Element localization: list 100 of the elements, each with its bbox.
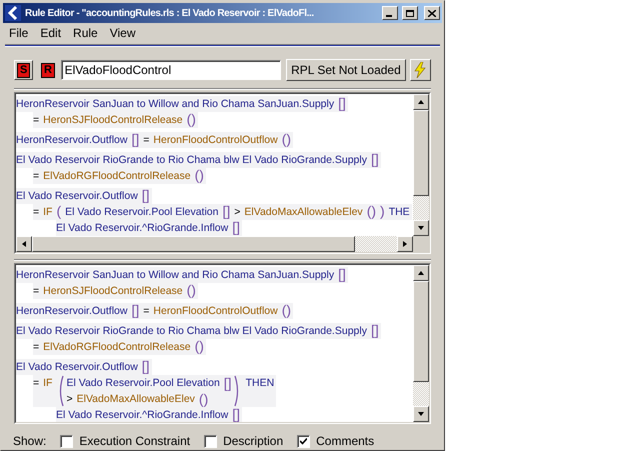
operator-symbol: =	[33, 284, 40, 299]
function-call: ElVadoMaxAllowableElev	[76, 392, 195, 407]
bracket-symbol: []	[338, 267, 346, 281]
close-button[interactable]	[424, 6, 440, 20]
function-call: ElVadoRGFloodControlRelease	[43, 169, 191, 184]
scroll-down-button[interactable]	[413, 406, 429, 422]
object-reference: El Vado Reservoir.Outflow	[16, 189, 138, 204]
show-label: Show:	[13, 433, 46, 450]
object-reference: THEN	[246, 376, 274, 391]
bracket-symbol: ()	[194, 168, 204, 182]
checkbox[interactable]	[60, 434, 74, 448]
operator-symbol: =	[33, 376, 40, 391]
maximize-button[interactable]	[402, 6, 418, 20]
window-title: Rule Editor - "accountingRules.rls : El Vado Reservoir : ElVadoFl...	[25, 6, 315, 20]
scrollbar-thumb[interactable]	[413, 281, 429, 382]
arrow-left-icon	[21, 240, 27, 248]
horizontal-scrollbar[interactable]	[16, 236, 413, 252]
close-icon	[428, 10, 436, 16]
function-call: ElVadoMaxAllowableElev	[244, 205, 363, 220]
object-reference: HeronReservoir.Outflow	[16, 133, 128, 148]
scroll-up-button[interactable]	[413, 265, 429, 281]
bracket-symbol: []	[338, 96, 346, 110]
maximize-icon	[406, 10, 414, 16]
object-reference: THE	[388, 205, 410, 220]
bracket-symbol: ()	[194, 339, 204, 353]
function-call: HeronSJFloodControlRelease	[43, 284, 183, 299]
object-reference: El Vado Reservoir RioGrande to Rio Chama blw El Vado RioGrande.Supply	[16, 324, 367, 339]
checkbox-label: Execution Constraint	[79, 433, 190, 450]
object-reference: El Vado Reservoir RioGrande to Rio Chama blw El Vado RioGrande.Supply	[16, 153, 367, 168]
open-paren-icon	[58, 375, 64, 407]
vertical-scrollbar[interactable]	[413, 94, 429, 236]
operator-symbol: =	[33, 113, 40, 128]
scroll-left-button[interactable]	[16, 236, 32, 252]
menu-item[interactable]: Edit	[40, 24, 62, 42]
menu-item[interactable]: View	[110, 24, 136, 42]
bracket-symbol: ()	[198, 392, 208, 406]
bracket-symbol: []	[131, 303, 140, 317]
bracket-symbol: []	[142, 188, 150, 202]
menu-item[interactable]: Rule	[73, 24, 98, 42]
keyword: IF	[43, 376, 52, 391]
bracket-symbol: []	[370, 152, 379, 166]
scrollbar-thumb[interactable]	[413, 110, 429, 196]
object-reference: El Vado Reservoir.Outflow	[16, 360, 138, 375]
bracket-symbol: )	[380, 204, 385, 218]
object-reference: El Vado Reservoir.^RioGrande.Inflow	[56, 408, 228, 422]
function-call: HeronFloodControlOutflow	[153, 133, 278, 148]
object-reference: HeronReservoir.Outflow	[16, 304, 128, 319]
arrow-up-icon	[417, 99, 425, 105]
close-paren-icon	[234, 375, 240, 407]
function-call: ElVadoRGFloodControlRelease	[43, 340, 191, 355]
operator-symbol: =	[143, 304, 150, 319]
run-button[interactable]	[410, 59, 432, 81]
operator-symbol: =	[33, 340, 40, 355]
arrow-right-icon	[402, 240, 408, 248]
bracket-symbol: ()	[366, 204, 376, 218]
operator-symbol: =	[33, 205, 40, 220]
lightning-icon	[414, 62, 426, 78]
bracket-symbol: []	[131, 132, 140, 146]
checkmark-icon	[300, 438, 308, 444]
vertical-scrollbar[interactable]	[413, 265, 429, 422]
object-reference: El Vado Reservoir.^RioGrande.Inflow	[56, 221, 228, 236]
checkbox[interactable]	[297, 434, 310, 448]
arrow-up-icon	[417, 270, 425, 276]
bracket-symbol: ()	[282, 303, 292, 317]
arrow-down-icon	[417, 411, 425, 417]
app-logo-icon	[5, 5, 21, 21]
object-reference: HeronReservoir SanJuan to Willow and Rio Chama SanJuan.Supply	[16, 97, 334, 112]
bracket-symbol: ()	[186, 112, 196, 126]
bracket-symbol: ()	[186, 283, 196, 297]
scroll-down-button[interactable]	[413, 220, 429, 236]
operator-symbol: >	[234, 205, 240, 220]
rpl-status-button[interactable]: RPL Set Not Loaded	[286, 59, 406, 81]
operator-symbol: =	[143, 133, 150, 148]
bracket-symbol: (	[56, 204, 62, 218]
r-button[interactable]: R	[39, 60, 57, 80]
operator-symbol: >	[66, 392, 73, 407]
bracket-symbol: []	[370, 323, 379, 337]
scroll-up-button[interactable]	[413, 94, 429, 110]
minimize-button[interactable]	[382, 6, 398, 20]
object-reference: HeronReservoir SanJuan to Willow and Rio Chama SanJuan.Supply	[16, 268, 334, 283]
operator-symbol: =	[33, 169, 40, 184]
checkbox-label: Comments	[316, 433, 374, 450]
function-call: HeronSJFloodControlRelease	[43, 113, 183, 128]
bracket-symbol: []	[222, 204, 230, 218]
rule-name-field[interactable]: ElVadoFloodControl	[60, 60, 282, 80]
checkbox[interactable]	[204, 434, 218, 448]
arrow-down-icon	[417, 225, 425, 231]
scroll-right-button[interactable]	[397, 236, 413, 252]
checkbox-label: Description	[223, 433, 284, 450]
bracket-symbol: ()	[282, 132, 292, 146]
object-reference: El Vado Reservoir.Pool Elevation	[65, 205, 218, 220]
function-call: HeronFloodControlOutflow	[153, 304, 278, 319]
object-reference: El Vado Reservoir.Pool Elevation	[66, 376, 220, 391]
keyword: IF	[43, 205, 52, 220]
menu-item[interactable]: File	[9, 24, 28, 42]
bracket-symbol: []	[224, 376, 232, 390]
bracket-symbol: []	[232, 407, 240, 421]
s-button[interactable]: S	[14, 60, 34, 80]
scrollbar-thumb[interactable]	[32, 236, 355, 252]
bracket-symbol: []	[142, 359, 150, 373]
